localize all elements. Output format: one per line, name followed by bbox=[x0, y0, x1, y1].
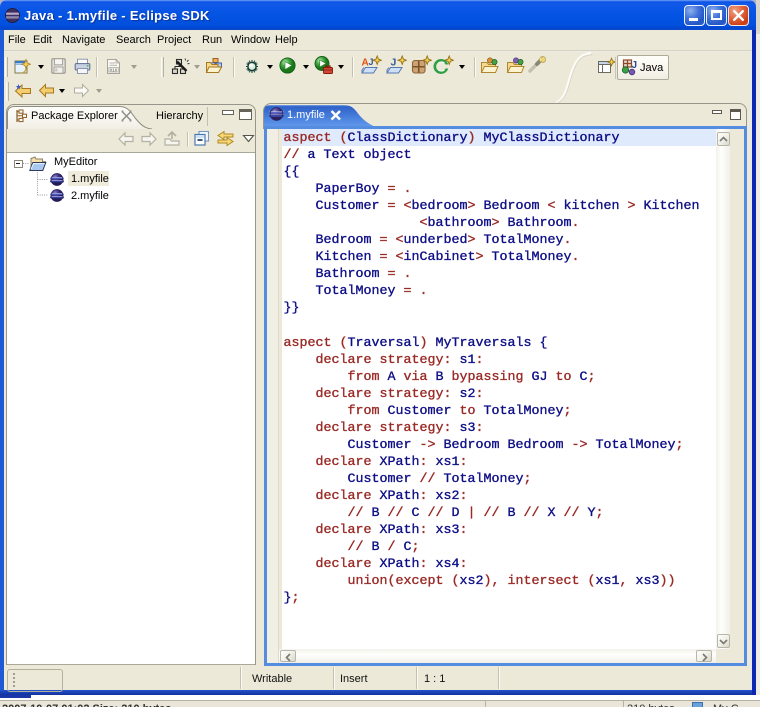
svg-text:J: J bbox=[369, 57, 374, 67]
svg-text:J: J bbox=[391, 57, 397, 69]
svg-text:010: 010 bbox=[110, 67, 118, 72]
svg-text:J: J bbox=[632, 60, 638, 71]
